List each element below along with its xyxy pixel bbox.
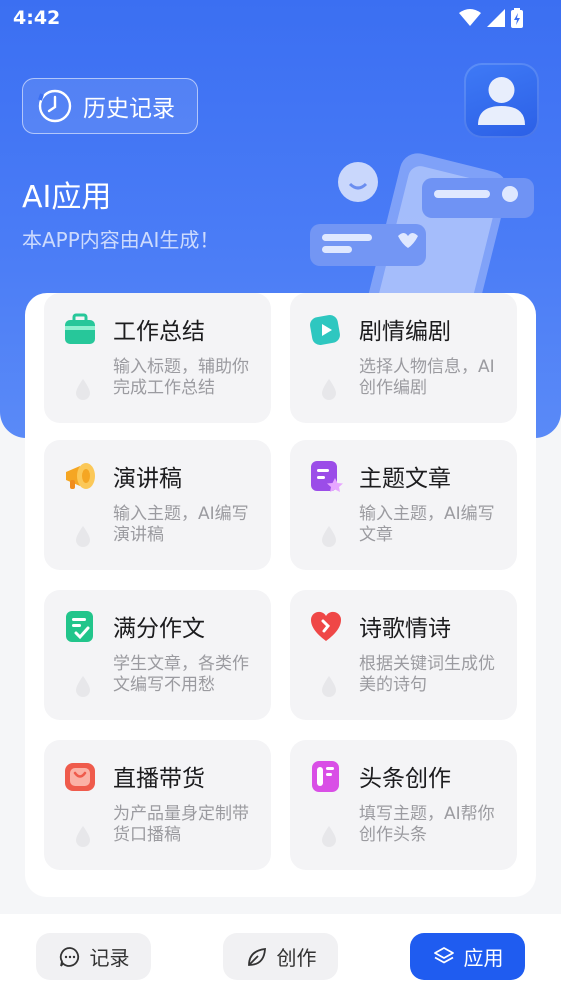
app-tile-headline[interactable]: 头条创作 填写主题，AI帮你创作头条 <box>290 740 517 870</box>
phone-illustration <box>310 153 534 300</box>
watermark-icon <box>76 826 90 847</box>
app-title: 主题文章 <box>359 466 451 492</box>
app-description: 填写主题，AI帮你创作头条 <box>359 804 495 845</box>
app-tile-livestream[interactable]: 直播带货 为产品量身定制带货口播稿 <box>44 740 271 870</box>
app-title: 诗歌情诗 <box>359 616 451 642</box>
watermark-icon <box>322 379 336 400</box>
chat-icon <box>59 946 79 967</box>
clock-icon <box>38 89 72 123</box>
user-icon <box>478 77 525 125</box>
watermark-icon <box>76 379 90 400</box>
nav-label: 记录 <box>89 946 130 970</box>
page-title: AI应用 <box>22 180 112 215</box>
bottom-nav: 记录 创作 应用 <box>0 914 561 999</box>
app-description: 输入标题，辅助你完成工作总结 <box>113 357 249 398</box>
app-title: 直播带货 <box>113 766 205 792</box>
page-subtitle: 本APP内容由AI生成！ <box>22 228 220 252</box>
app-description: 输入主题，AI编写演讲稿 <box>113 504 249 545</box>
nav-record[interactable]: 记录 <box>36 933 151 980</box>
watermark-icon <box>322 826 336 847</box>
app-description: 输入主题，AI编写文章 <box>359 504 495 545</box>
essay-icon <box>66 611 93 642</box>
app-tile-essay[interactable]: 满分作文 学生文章，各类作文编写不用愁 <box>44 590 271 720</box>
headline-icon <box>312 761 339 792</box>
app-title: 演讲稿 <box>113 466 182 492</box>
app-title: 工作总结 <box>113 319 205 345</box>
nav-label: 创作 <box>276 946 317 970</box>
signal-icon <box>487 9 505 27</box>
app-title: 剧情编剧 <box>359 319 451 345</box>
app-title: 满分作文 <box>113 616 205 642</box>
video-icon <box>310 315 340 345</box>
status-icons <box>459 8 523 28</box>
nav-apps[interactable]: 应用 <box>410 933 525 980</box>
watermark-icon <box>76 676 90 697</box>
app-tile-work-summary[interactable]: 工作总结 输入标题，辅助你完成工作总结 <box>44 293 271 423</box>
nav-create[interactable]: 创作 <box>223 933 338 980</box>
app-description: 学生文章，各类作文编写不用愁 <box>113 654 249 695</box>
shopping-bag-icon <box>65 763 95 791</box>
watermark-icon <box>322 526 336 547</box>
heart-icon <box>310 611 342 641</box>
megaphone-icon <box>66 463 95 489</box>
app-tile-speech[interactable]: 演讲稿 输入主题，AI编写演讲稿 <box>44 440 271 570</box>
avatar[interactable] <box>464 63 539 138</box>
app-description: 选择人物信息，AI创作编剧 <box>359 357 495 398</box>
app-tile-poetry[interactable]: 诗歌情诗 根据关键词生成优美的诗句 <box>290 590 517 720</box>
status-bar: 4:42 <box>0 0 561 38</box>
leaf-icon <box>247 947 266 966</box>
app-description: 根据关键词生成优美的诗句 <box>359 654 495 695</box>
wifi-icon <box>459 9 481 26</box>
briefcase-icon <box>65 313 95 344</box>
app-tile-screenplay[interactable]: 剧情编剧 选择人物信息，AI创作编剧 <box>290 293 517 423</box>
app-description: 为产品量身定制带货口播稿 <box>113 804 249 845</box>
watermark-icon <box>322 676 336 697</box>
nav-label: 应用 <box>463 946 504 970</box>
status-time: 4:42 <box>13 7 61 29</box>
history-label: 历史记录 <box>83 96 175 122</box>
history-button[interactable]: 历史记录 <box>22 78 198 134</box>
battery-icon <box>511 8 523 28</box>
apps-card: 工作总结 输入标题，辅助你完成工作总结 剧情编剧 选择人物信息，AI创作编剧 演… <box>25 293 536 897</box>
app-tile-topic-article[interactable]: 主题文章 输入主题，AI编写文章 <box>290 440 517 570</box>
layers-icon <box>433 946 454 963</box>
article-icon <box>311 461 343 492</box>
app-title: 头条创作 <box>359 766 451 792</box>
watermark-icon <box>76 526 90 547</box>
